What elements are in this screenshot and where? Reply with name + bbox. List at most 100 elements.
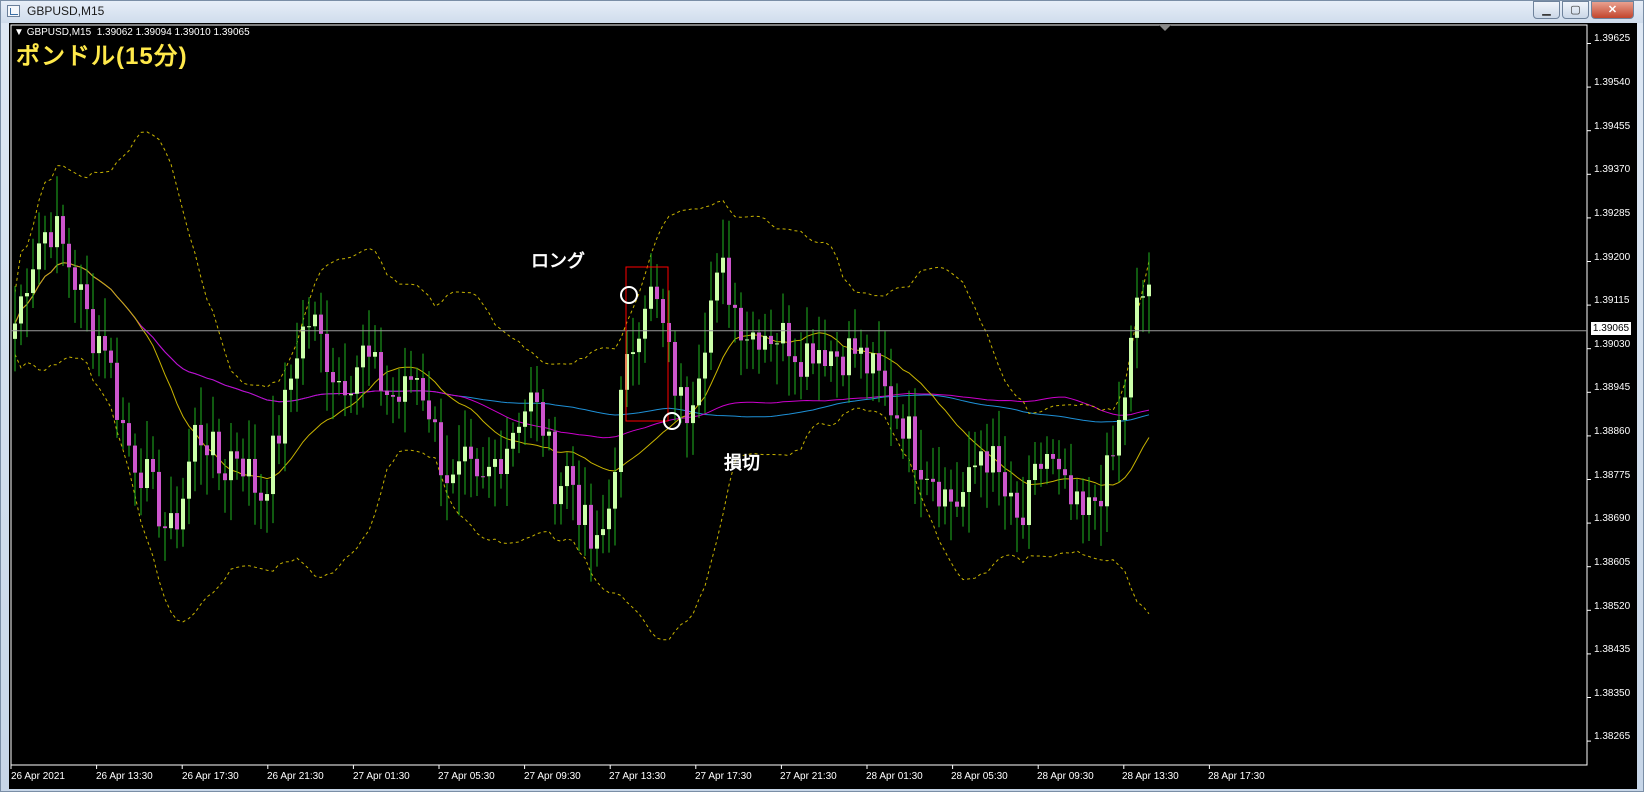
candle-body <box>835 351 839 357</box>
candle-body <box>769 335 773 345</box>
chart-canvas[interactable] <box>9 23 1637 789</box>
y-tick: 1.38435 <box>1594 644 1631 655</box>
candle-body <box>403 376 407 402</box>
candle-body <box>655 286 659 300</box>
candle-body <box>613 471 617 509</box>
candle-body <box>661 299 665 323</box>
candle-body <box>295 358 299 379</box>
candle-body <box>211 431 215 456</box>
candle-body <box>1057 458 1061 470</box>
candle-body <box>1135 297 1139 338</box>
y-tick: 1.38605 <box>1594 557 1631 568</box>
candle-body <box>241 458 245 477</box>
candle-body <box>427 400 431 420</box>
candle-body <box>373 352 377 357</box>
x-tick: 27 Apr 21:30 <box>780 771 837 782</box>
candle-body <box>217 431 221 474</box>
candle-body <box>601 529 605 536</box>
candle-body <box>829 351 833 367</box>
candle-body <box>589 504 593 549</box>
y-tick: 1.39540 <box>1594 77 1631 88</box>
candle-body <box>469 446 473 459</box>
candle-body <box>391 395 395 397</box>
candle-body <box>307 326 311 328</box>
x-tick: 28 Apr 05:30 <box>951 771 1008 782</box>
price-chart[interactable]: ▼ GBPUSD,M15 1.39062 1.39094 1.39010 1.3… <box>9 23 1637 789</box>
candle-body <box>379 352 383 391</box>
candle-body <box>775 343 779 345</box>
candle-body <box>673 341 677 396</box>
x-tick: 28 Apr 01:30 <box>866 771 923 782</box>
candle-body <box>715 272 719 301</box>
maximize-button[interactable]: ▢ <box>1562 1 1589 19</box>
candle-body <box>883 370 887 387</box>
title-bar[interactable]: GBPUSD,M15 ▁ ▢ ✕ <box>1 1 1643 23</box>
candle-body <box>763 335 767 350</box>
candle-body <box>1087 497 1091 515</box>
candle-body <box>583 504 587 525</box>
candle-body <box>313 314 317 327</box>
candle-body <box>679 387 683 396</box>
candle-body <box>115 362 119 420</box>
candle-body <box>871 353 875 374</box>
candle-body <box>889 386 893 416</box>
candle-body <box>265 494 269 501</box>
candle-body <box>331 372 335 383</box>
candle-body <box>643 308 647 339</box>
candle-body <box>301 326 305 359</box>
candle-body <box>925 478 929 480</box>
x-tick: 27 Apr 05:30 <box>438 771 495 782</box>
candle-body <box>193 424 197 462</box>
candle-body <box>997 446 1001 473</box>
y-tick: 1.39115 <box>1594 295 1630 306</box>
candle-body <box>595 535 599 549</box>
candle-body <box>109 350 113 363</box>
long-annotation: ロング <box>531 251 585 271</box>
candle-body <box>1123 397 1127 420</box>
candle-body <box>547 431 551 436</box>
candle-body <box>685 387 689 424</box>
candle-body <box>739 307 743 341</box>
candle-body <box>1105 455 1109 507</box>
y-tick: 1.39200 <box>1594 252 1631 263</box>
candle-body <box>709 300 713 353</box>
minimize-button[interactable]: ▁ <box>1533 1 1560 19</box>
close-button[interactable]: ✕ <box>1591 1 1634 19</box>
candle-body <box>277 435 281 444</box>
candle-body <box>289 378 293 390</box>
y-tick: 1.39455 <box>1594 121 1631 132</box>
candle-body <box>565 466 569 487</box>
candle-body <box>631 352 635 355</box>
candle-body <box>367 345 371 357</box>
candle-body <box>1117 419 1121 456</box>
candle-body <box>649 286 653 309</box>
candle-body <box>865 347 869 374</box>
candle-body <box>691 405 695 424</box>
candle-body <box>1015 492 1019 518</box>
candle-body <box>157 471 161 527</box>
candle-body <box>457 461 461 475</box>
candle-body <box>907 416 911 439</box>
candle-body <box>181 498 185 530</box>
candle-body <box>535 392 539 403</box>
candle-body <box>205 445 209 456</box>
candle-body <box>529 392 533 412</box>
candle-body <box>559 486 563 505</box>
y-tick: 1.38860 <box>1594 426 1631 437</box>
x-tick: 26 Apr 21:30 <box>267 771 324 782</box>
candle-body <box>913 416 917 470</box>
candle-body <box>487 466 491 477</box>
candle-body <box>25 293 29 297</box>
candle-body <box>1045 454 1049 469</box>
candle-body <box>229 451 233 481</box>
stop-loss-annotation: 損切 <box>724 453 760 473</box>
candle-body <box>247 458 251 477</box>
candle-body <box>877 353 881 371</box>
candle-body <box>385 390 389 396</box>
candle-body <box>733 304 737 308</box>
candle-body <box>97 336 101 354</box>
candle-body <box>949 489 953 502</box>
candle-body <box>79 284 83 290</box>
candle-body <box>859 347 863 354</box>
candle-body <box>145 459 149 489</box>
